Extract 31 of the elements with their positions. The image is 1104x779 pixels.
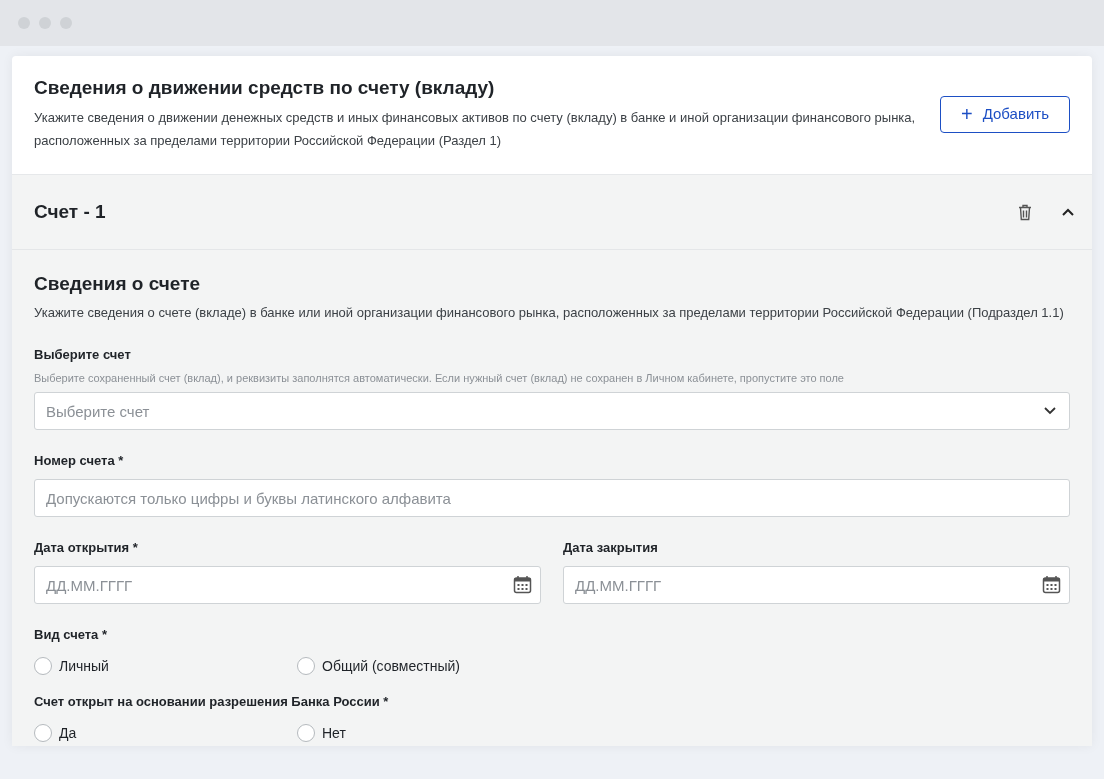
field-label: Вид счета * bbox=[34, 626, 108, 644]
radio-button[interactable] bbox=[34, 724, 52, 742]
date-field[interactable]: ДД.ММ.ГГГГ bbox=[563, 566, 1070, 604]
radio-label: Общий (совместный) bbox=[322, 656, 460, 676]
plus-icon: + bbox=[961, 104, 973, 124]
collapse-chevron-icon[interactable] bbox=[1062, 208, 1074, 216]
dropdown-chevron-icon bbox=[1044, 407, 1056, 415]
field-label: Счет открыт на основании разрешения Банка России * bbox=[34, 693, 390, 711]
radio-label: Нет bbox=[322, 723, 346, 743]
section-description: Укажите сведения о движении денежных средств и иных финансовых активов по счету (вкладу) в банке и иной организации финансового рынка, расположенных за пределами территории Российской Федерации (Раздел 1) bbox=[34, 109, 917, 150]
subsection-description: Укажите сведения о счете (вкладе) в банке или иной организации финансового рынка, расположенных за пределами территории Российской Федерации (Подраздел 1.1) bbox=[34, 304, 1065, 322]
field-hint: Выберите сохраненный счет (вклад), и реквизиты заполнятся автоматически. Если нужный счет (вклад) не сохранен в Личном кабинете, пропустите это поле bbox=[34, 371, 845, 385]
field-label: Дата закрытия bbox=[563, 539, 659, 557]
account-title: Счет - 1 bbox=[34, 199, 106, 224]
field-label: Дата открытия * bbox=[34, 539, 139, 557]
field-label: Номер счета * bbox=[34, 452, 125, 470]
radio-label: Личный bbox=[59, 656, 109, 676]
date-field[interactable]: ДД.ММ.ГГГГ bbox=[34, 566, 541, 604]
radio-button[interactable] bbox=[297, 724, 315, 742]
section-title: Сведения о движении средств по счету (вкладу) bbox=[34, 76, 496, 100]
input-field[interactable]: Допускаются только цифры и буквы латинского алфавита bbox=[34, 479, 1070, 517]
calendar-icon[interactable] bbox=[513, 575, 532, 594]
radio-button[interactable] bbox=[34, 657, 52, 675]
field-label: Выберите счет bbox=[34, 346, 132, 364]
subsection-title: Сведения о счете bbox=[34, 272, 202, 296]
calendar-icon[interactable] bbox=[1042, 575, 1061, 594]
radio-button[interactable] bbox=[297, 657, 315, 675]
select-field[interactable]: Выберите счет bbox=[34, 392, 1070, 430]
add-button[interactable]: + Добавить bbox=[940, 95, 1070, 133]
radio-label: Да bbox=[59, 723, 77, 743]
trash-icon[interactable] bbox=[1018, 203, 1032, 221]
